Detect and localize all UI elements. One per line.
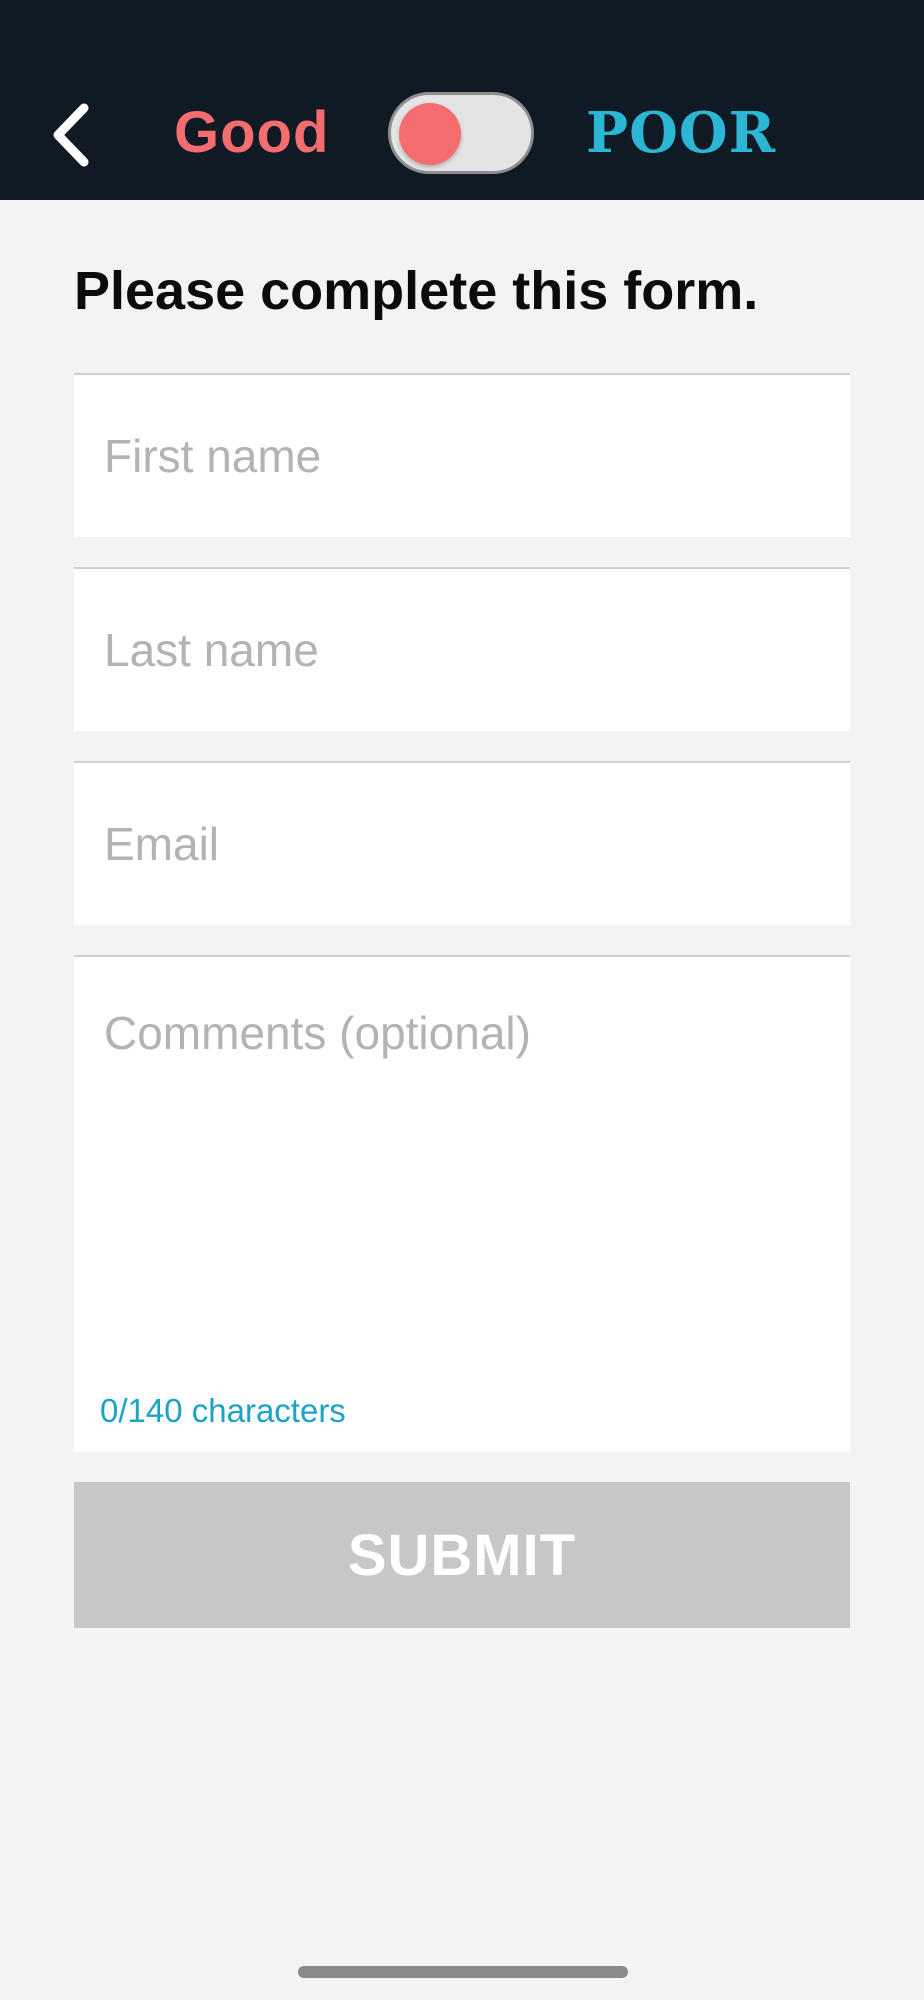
good-poor-toggle[interactable] bbox=[388, 92, 534, 174]
good-label: Good bbox=[174, 100, 330, 165]
poor-label: POOR bbox=[586, 100, 777, 166]
comments-field-container: 0/140 characters bbox=[74, 955, 850, 1452]
back-button[interactable] bbox=[48, 100, 98, 170]
toggle-knob[interactable] bbox=[399, 103, 461, 165]
email-input[interactable] bbox=[74, 763, 850, 925]
submit-button[interactable]: SUBMIT bbox=[74, 1482, 850, 1628]
last-name-field-container bbox=[74, 567, 850, 731]
page-title: Please complete this form. bbox=[74, 261, 759, 321]
email-field-container bbox=[74, 761, 850, 925]
top-bar: Good POOR bbox=[0, 0, 924, 200]
first-name-input[interactable] bbox=[74, 375, 850, 537]
last-name-input[interactable] bbox=[74, 569, 850, 731]
chevron-left-icon bbox=[53, 103, 89, 167]
home-indicator[interactable] bbox=[298, 1966, 628, 1978]
comments-textarea[interactable] bbox=[74, 957, 850, 1452]
character-counter: 0/140 characters bbox=[100, 1392, 346, 1429]
first-name-field-container bbox=[74, 373, 850, 537]
